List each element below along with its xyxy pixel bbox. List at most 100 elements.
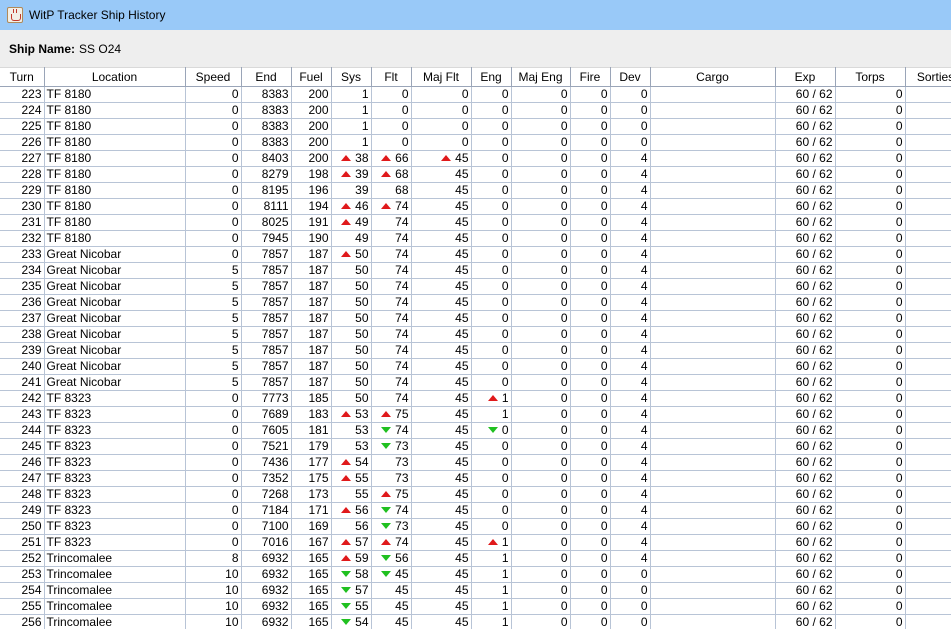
- column-header-exp[interactable]: Exp: [775, 67, 836, 87]
- ship-name-value: SS O24: [79, 41, 122, 56]
- history-table-container[interactable]: Turn Location Speed End Fuel Sys Flt Maj Flt Eng…: [0, 67, 951, 629]
- cell-location: TF 8323: [44, 470, 186, 487]
- table-row[interactable]: 244TF 832307605181537445000460 / 6200: [0, 422, 951, 439]
- cell-value: 50: [355, 327, 369, 341]
- cell-value: 75: [395, 487, 409, 501]
- cell-flt: 73: [371, 454, 412, 471]
- cell-speed: 0: [185, 454, 242, 471]
- table-row[interactable]: 224TF 818008383200100000060 / 6200: [0, 102, 951, 119]
- cell-dev: 4: [610, 214, 651, 231]
- cell-value: 60 / 62: [795, 103, 833, 117]
- cell-eng: 1: [471, 582, 512, 599]
- table-row[interactable]: 239 Great Nicobar 5 7857 187 50 74 45 0 0 0 4 60 / 6…: [0, 342, 951, 359]
- table-row[interactable]: 252 Trincomalee 8 6932 165 59 56 45 1 0 0 4 60 / 62 0…: [0, 550, 951, 567]
- table-row[interactable]: 235 Great Nicobar 5 7857 187 50 74 45 0 0 0 4 60 / 6…: [0, 278, 951, 295]
- column-header-end[interactable]: End: [241, 67, 292, 87]
- cell-value: 0: [560, 551, 568, 565]
- table-row[interactable]: 228TF 818008279198396845000460 / 6200: [0, 166, 951, 183]
- cell-value: 45: [455, 167, 469, 181]
- table-row[interactable]: 234 Great Nicobar 5 7857 187 50 74 45 0 0 0 4 60 / 6…: [0, 262, 951, 279]
- table-row[interactable]: 241 Great Nicobar 5 7857 187 50 74 45 0 0 0 4 60 / 6…: [0, 374, 951, 391]
- cell-value: 45: [455, 583, 469, 597]
- cell-exp: 60 / 62: [775, 166, 836, 183]
- cell-turn: 248: [0, 486, 45, 503]
- cell-value: 4: [640, 423, 648, 437]
- column-header-sys[interactable]: Sys: [331, 67, 372, 87]
- table-row[interactable]: 230TF 818008111194467445000460 / 6200: [0, 198, 951, 215]
- table-row[interactable]: 251TF 832307016167577445100460 / 6200: [0, 534, 951, 551]
- table-row[interactable]: 246TF 832307436177547345000460 / 6200: [0, 454, 951, 471]
- column-header-cargo[interactable]: Cargo: [650, 67, 776, 87]
- cell-end: 7857: [241, 262, 292, 279]
- cell-value: 200: [308, 151, 329, 165]
- column-header-fuel[interactable]: Fuel: [291, 67, 332, 87]
- table-row[interactable]: 255 Trincomalee 10 6932 165 55 45 45 1 0 0 0 60 / 62…: [0, 598, 951, 615]
- column-header-maj-eng[interactable]: Maj Eng: [511, 67, 571, 87]
- increase-arrow-icon: [341, 538, 352, 545]
- table-row[interactable]: 247TF 832307352175557345000460 / 6200: [0, 470, 951, 487]
- column-header-fire[interactable]: Fire: [570, 67, 611, 87]
- cell-value: 0: [560, 439, 568, 453]
- table-row[interactable]: 238 Great Nicobar 5 7857 187 50 74 45 0 0 0 4 60 / 6…: [0, 326, 951, 343]
- table-row[interactable]: 242TF 832307773185507445100460 / 6200: [0, 390, 951, 407]
- table-row[interactable]: 231TF 818008025191497445000460 / 6200: [0, 214, 951, 231]
- cell-maj-eng: 0: [511, 598, 571, 615]
- column-header-torps[interactable]: Torps: [835, 67, 906, 87]
- cell-eng: 0: [471, 486, 512, 503]
- table-row[interactable]: 225TF 818008383200100000060 / 6200: [0, 118, 951, 135]
- table-row[interactable]: 226TF 818008383200100000060 / 6200: [0, 134, 951, 151]
- table-row[interactable]: 236 Great Nicobar 5 7857 187 50 74 45 0 0 0 4 60 / 6…: [0, 294, 951, 311]
- cell-value: 165: [308, 551, 329, 565]
- table-row[interactable]: 227TF 818008403200386645000460 / 6200: [0, 150, 951, 167]
- column-header-flt[interactable]: Flt: [371, 67, 412, 87]
- cell-speed: 0: [185, 470, 242, 487]
- cell-location: TF 8323: [44, 390, 186, 407]
- table-row[interactable]: 249TF 832307184171567445000460 / 6200: [0, 502, 951, 519]
- table-row[interactable]: 232TF 818007945190497445000460 / 6200: [0, 230, 951, 247]
- cell-value: 4: [640, 199, 648, 213]
- cell-value: 0: [501, 503, 509, 517]
- title-bar[interactable]: WitP Tracker Ship History: [0, 0, 951, 30]
- cell-maj-eng: 0: [511, 278, 571, 295]
- cell-value: 60 / 62: [795, 199, 833, 213]
- cell-end: 8383: [241, 118, 292, 135]
- cell-eng: 0: [471, 134, 512, 151]
- column-header-maj-flt[interactable]: Maj Flt: [411, 67, 472, 87]
- cell-value: 173: [308, 487, 329, 501]
- cell-value: 4: [640, 167, 648, 181]
- table-row[interactable]: 240 Great Nicobar 5 7857 187 50 74 45 0 0 0 4 60 / 6…: [0, 358, 951, 375]
- cell-torps: 0: [835, 374, 906, 391]
- table-row[interactable]: 237 Great Nicobar 5 7857 187 50 74 45 0 0 0 4 60 / 6…: [0, 310, 951, 327]
- table-row[interactable]: 245TF 832307521179537345000460 / 6200: [0, 438, 951, 455]
- cell-end: 7857: [241, 374, 292, 391]
- table-row[interactable]: 256 Trincomalee 10 6932 165 54 45 45 1 0 0 0 60 / 62…: [0, 614, 951, 629]
- column-header-dev[interactable]: Dev: [610, 67, 651, 87]
- cell-value: 0: [895, 519, 903, 533]
- cell-value: 45: [455, 471, 469, 485]
- cell-value: 4: [640, 215, 648, 229]
- cell-maj-eng: 0: [511, 550, 571, 567]
- column-header-location[interactable]: Location: [44, 67, 186, 87]
- column-header-turn[interactable]: Turn: [0, 67, 45, 87]
- column-header-eng[interactable]: Eng: [471, 67, 512, 87]
- cell-value: 60 / 62: [795, 151, 833, 165]
- cell-cargo: [650, 518, 776, 535]
- table-row[interactable]: 223TF 818008383200100000060 / 6200: [0, 86, 951, 103]
- cell-value: 0: [895, 391, 903, 405]
- cell-eng: 0: [471, 422, 512, 439]
- column-header-sorties[interactable]: Sorties: [905, 67, 951, 87]
- table-row[interactable]: 229TF 818008195196396845000460 / 6200: [0, 182, 951, 199]
- table-row[interactable]: 248TF 832307268173557545000460 / 6200: [0, 486, 951, 503]
- table-row[interactable]: 233 Great Nicobar 0 7857 187 50 74 45 0 0 0 4 60 / 6…: [0, 246, 951, 263]
- cell-cargo: [650, 486, 776, 503]
- table-row[interactable]: 243TF 832307689183537545100460 / 6200: [0, 406, 951, 423]
- column-header-speed[interactable]: Speed: [185, 67, 242, 87]
- cell-value: 7689: [261, 407, 289, 421]
- table-row[interactable]: 254 Trincomalee 10 6932 165 57 45 45 1 0 0 0 60 / 62…: [0, 582, 951, 599]
- cell-value: 0: [600, 439, 608, 453]
- cell-dev: 4: [610, 342, 651, 359]
- cell-value: 191: [308, 215, 329, 229]
- cell-end: 7100: [241, 518, 292, 535]
- table-row[interactable]: 253 Trincomalee 10 6932 165 58 45 45 1 0 0 0 60 / 62…: [0, 566, 951, 583]
- table-row[interactable]: 250TF 832307100169567345000460 / 6200: [0, 518, 951, 535]
